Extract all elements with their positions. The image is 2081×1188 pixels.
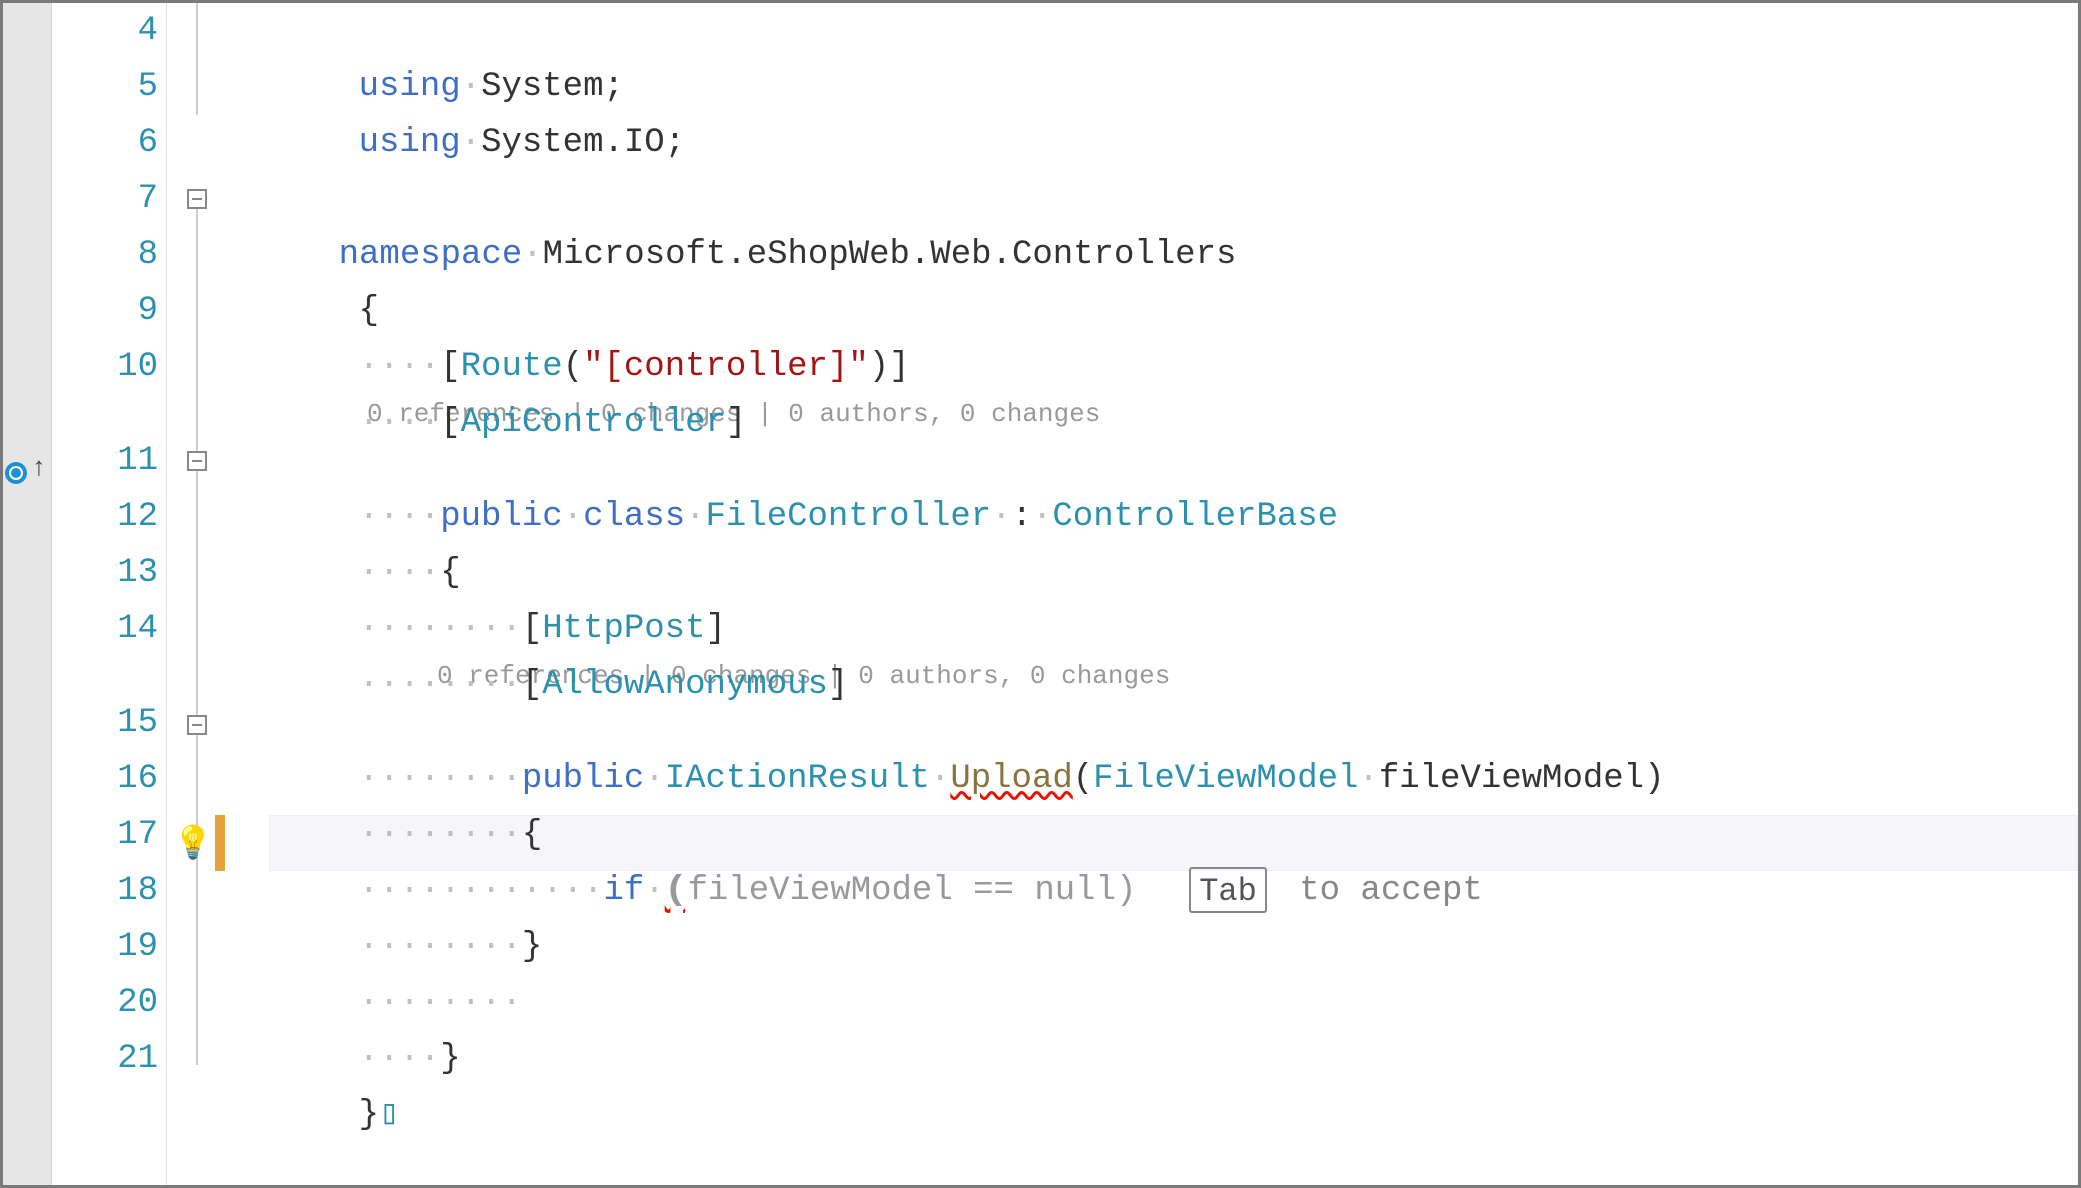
code-line[interactable]: }▯ — [237, 1031, 2078, 1087]
line-number: 12 — [52, 489, 166, 545]
line-number: 18 — [52, 863, 166, 919]
cursor-icon: ▯ — [379, 1096, 399, 1134]
line-number: 17 — [52, 807, 166, 863]
line-number: 9 — [52, 283, 166, 339]
line-number: 8 — [52, 227, 166, 283]
line-number: 15 — [52, 695, 166, 751]
code-line[interactable]: ····[Route("[controller]")] — [237, 283, 2078, 339]
code-line[interactable]: ····} — [237, 975, 2078, 1031]
collapse-toggle[interactable] — [187, 451, 207, 471]
outlining-gutter: 💡 — [167, 3, 237, 1185]
code-line[interactable]: { — [237, 227, 2078, 283]
code-line[interactable]: ········} — [237, 863, 2078, 919]
track-changes-icon — [5, 462, 27, 484]
line-number: 21 — [52, 1031, 166, 1087]
code-line[interactable] — [237, 115, 2078, 171]
collapse-toggle[interactable] — [187, 189, 207, 209]
code-line[interactable]: ····{ — [237, 489, 2078, 545]
code-line-current[interactable]: ············if·((fileViewModel == null) … — [237, 807, 2078, 863]
line-number: 4 — [52, 3, 166, 59]
left-margin: ↑ — [3, 3, 52, 1185]
line-number: 6 — [52, 115, 166, 171]
line-number: 14 — [52, 601, 166, 657]
code-line[interactable]: ········ — [237, 919, 2078, 975]
change-marker — [215, 815, 225, 871]
code-line[interactable]: ········[HttpPost] — [237, 545, 2078, 601]
code-line[interactable]: ········public·IActionResult·Upload(File… — [237, 695, 2078, 751]
line-number: 5 — [52, 59, 166, 115]
lightbulb-icon[interactable]: 💡 — [173, 823, 213, 863]
collapse-toggle[interactable] — [187, 715, 207, 735]
code-line[interactable]: ····public·class·FileController·:·Contro… — [237, 433, 2078, 489]
line-number-gutter: 4 5 6 7 8 9 10 11 12 13 14 15 16 17 18 1… — [52, 3, 167, 1185]
line-number: 7 — [52, 171, 166, 227]
arrow-up-icon: ↑ — [31, 455, 47, 481]
line-number: 13 — [52, 545, 166, 601]
line-number: 20 — [52, 975, 166, 1031]
line-number: 11 — [52, 433, 166, 489]
code-line[interactable]: namespace·Microsoft.eShopWeb.Web.Control… — [237, 171, 2078, 227]
code-line[interactable]: ········[AllowAnonymous] — [237, 601, 2078, 657]
line-number: 16 — [52, 751, 166, 807]
code-line[interactable]: ····[ApiController] — [237, 339, 2078, 395]
line-number: 19 — [52, 919, 166, 975]
line-number: 10 — [52, 339, 166, 395]
code-line[interactable]: using·System.IO; — [237, 59, 2078, 115]
code-line[interactable]: ········{ — [237, 751, 2078, 807]
code-editor[interactable]: using·System; using·System.IO; namespace… — [237, 3, 2078, 1185]
code-line[interactable]: using·System; — [237, 3, 2078, 59]
